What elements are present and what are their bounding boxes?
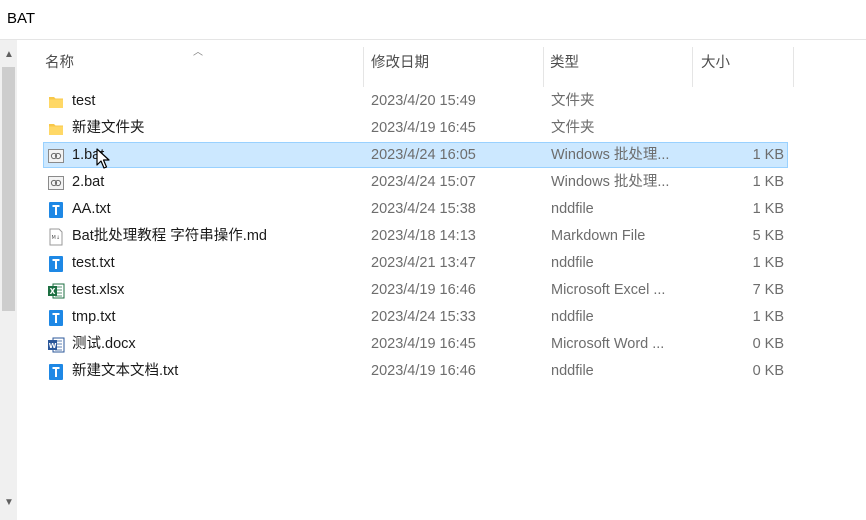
- file-row[interactable]: M↓ Bat批处理教程 字符串操作.md 2023/4/18 14:13 Markdo…: [43, 223, 788, 249]
- file-type: nddfile: [551, 201, 594, 217]
- file-type: nddfile: [551, 309, 594, 325]
- file-name: 测试.docx: [72, 336, 136, 352]
- file-date: 2023/4/18 14:13: [371, 228, 476, 244]
- file-row[interactable]: 1.bat 2023/4/24 16:05 Windows 批处理... 1 KB: [43, 142, 788, 168]
- file-type: Markdown File: [551, 228, 646, 244]
- svg-text:W: W: [49, 342, 57, 350]
- file-date: 2023/4/24 15:38: [371, 201, 476, 217]
- file-date: 2023/4/19 16:45: [371, 120, 476, 136]
- scroll-up-arrow-icon[interactable]: ▲: [4, 50, 14, 60]
- file-size: 1 KB: [752, 201, 784, 217]
- column-header-row: ︿ 名称 修改日期 类型 大小: [17, 40, 866, 87]
- file-size: 1 KB: [752, 255, 784, 271]
- file-name: test.xlsx: [72, 282, 125, 298]
- file-type: Microsoft Excel ...: [551, 282, 666, 298]
- file-row[interactable]: 新建文件夹 2023/4/19 16:45 文件夹: [43, 115, 788, 141]
- file-type: nddfile: [551, 363, 594, 379]
- file-date: 2023/4/19 16:46: [371, 363, 476, 379]
- markdown-file-icon: M↓: [47, 228, 65, 246]
- file-row[interactable]: tmp.txt 2023/4/24 15:33 nddfile 1 KB: [43, 304, 788, 330]
- file-name: 新建文件夹: [72, 120, 145, 136]
- svg-text:M↓: M↓: [52, 235, 61, 241]
- file-row[interactable]: 新建文本文档.txt 2023/4/19 16:46 nddfile 0 KB: [43, 358, 788, 384]
- file-name: 新建文本文档.txt: [72, 363, 179, 379]
- file-size: 1 KB: [752, 174, 784, 190]
- word-file-icon: W: [47, 336, 65, 354]
- file-type: Microsoft Word ...: [551, 336, 665, 352]
- file-type: 文件夹: [551, 120, 595, 136]
- column-header-date[interactable]: 修改日期: [371, 40, 543, 80]
- file-row[interactable]: W 测试.docx 2023/4/19 16:45 Microsoft Word ..…: [43, 331, 788, 357]
- batch-file-icon: [47, 147, 65, 165]
- svg-text:X: X: [50, 287, 56, 296]
- file-type: Windows 批处理...: [551, 147, 670, 163]
- file-size: 7 KB: [752, 282, 784, 298]
- text-file-icon: [47, 255, 65, 273]
- file-date: 2023/4/19 16:45: [371, 336, 476, 352]
- file-row[interactable]: test 2023/4/20 15:49 文件夹: [43, 88, 788, 114]
- file-name: 2.bat: [72, 174, 105, 190]
- file-name: test.txt: [72, 255, 115, 271]
- file-name: tmp.txt: [72, 309, 116, 325]
- file-size: 0 KB: [752, 336, 784, 352]
- file-name: Bat批处理教程 字符串操作.md: [72, 228, 267, 244]
- address-bar[interactable]: BAT: [0, 0, 866, 40]
- file-date: 2023/4/21 13:47: [371, 255, 476, 271]
- column-header-type[interactable]: 类型: [550, 40, 692, 80]
- column-divider[interactable]: [793, 47, 794, 87]
- file-date: 2023/4/24 15:07: [371, 174, 476, 190]
- text-file-icon: [47, 309, 65, 327]
- file-row[interactable]: Xtest.xlsx 2023/4/19 16:46 Microsoft Excel…: [43, 277, 788, 303]
- file-row[interactable]: 2.bat 2023/4/24 15:07 Windows 批处理... 1 KB: [43, 169, 788, 195]
- address-path: BAT: [7, 10, 36, 27]
- text-file-icon: [47, 363, 65, 381]
- mouse-cursor-icon: [96, 148, 110, 169]
- file-date: 2023/4/20 15:49: [371, 93, 476, 109]
- column-header-size[interactable]: 大小: [701, 40, 793, 80]
- scroll-thumb[interactable]: [2, 67, 15, 311]
- batch-file-icon: [47, 174, 65, 192]
- file-size: 0 KB: [752, 363, 784, 379]
- file-row[interactable]: AA.txt 2023/4/24 15:38 nddfile 1 KB: [43, 196, 788, 222]
- column-header-name[interactable]: 名称: [45, 40, 363, 80]
- file-name: AA.txt: [72, 201, 111, 217]
- excel-file-icon: X: [47, 282, 65, 300]
- file-size: 1 KB: [752, 309, 784, 325]
- file-size: 5 KB: [752, 228, 784, 244]
- scroll-down-arrow-icon[interactable]: ▼: [4, 498, 14, 508]
- column-divider[interactable]: [543, 47, 544, 87]
- vertical-scrollbar[interactable]: ▲ ▼: [0, 40, 17, 520]
- text-file-icon: [47, 201, 65, 219]
- file-name: test: [72, 93, 96, 109]
- file-type: 文件夹: [551, 93, 595, 109]
- file-date: 2023/4/19 16:46: [371, 282, 476, 298]
- file-size: 1 KB: [752, 147, 784, 163]
- column-divider[interactable]: [692, 47, 693, 87]
- folder-icon: [47, 93, 65, 111]
- folder-icon: [47, 120, 65, 138]
- file-row[interactable]: test.txt 2023/4/21 13:47 nddfile 1 KB: [43, 250, 788, 276]
- file-date: 2023/4/24 16:05: [371, 147, 476, 163]
- file-date: 2023/4/24 15:33: [371, 309, 476, 325]
- column-divider[interactable]: [363, 47, 364, 87]
- file-type: Windows 批处理...: [551, 174, 670, 190]
- file-type: nddfile: [551, 255, 594, 271]
